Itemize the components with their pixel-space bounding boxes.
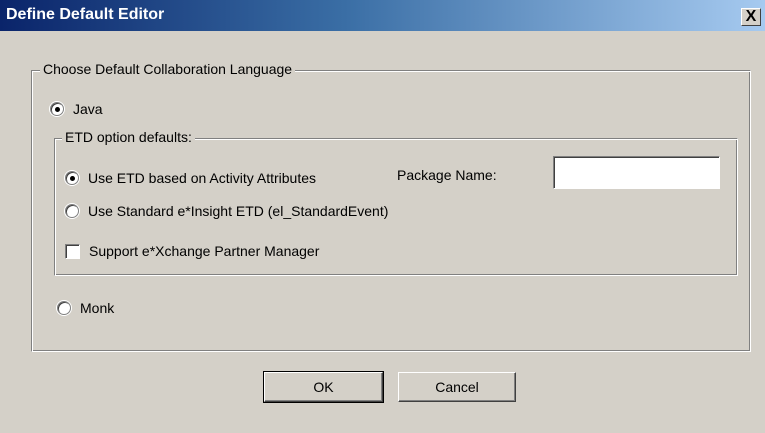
partner-manager-option[interactable]: Support e*Xchange Partner Manager — [65, 243, 319, 259]
close-icon: X — [745, 8, 757, 25]
partner-manager-label: Support e*Xchange Partner Manager — [89, 243, 320, 259]
java-radio-button[interactable] — [50, 102, 64, 116]
etd-activity-attributes-label: Use ETD based on Activity Attributes — [88, 170, 316, 186]
cancel-button[interactable]: Cancel — [398, 372, 516, 402]
etd-options-groupbox-legend: ETD option defaults: — [62, 129, 195, 145]
define-default-editor-dialog: Define Default Editor X Choose Default C… — [0, 0, 765, 433]
etd-standard-option[interactable]: Use Standard e*Insight ETD (el_StandardE… — [65, 203, 388, 219]
monk-radio-option[interactable]: Monk — [57, 300, 114, 316]
package-name-input[interactable] — [553, 156, 720, 189]
java-radio-option[interactable]: Java — [50, 101, 103, 117]
title-bar[interactable]: Define Default Editor X — [0, 0, 765, 31]
partner-manager-checkbox[interactable] — [65, 243, 80, 259]
close-button[interactable]: X — [741, 8, 761, 26]
dialog-title: Define Default Editor — [6, 6, 165, 23]
ok-button[interactable]: OK — [263, 371, 384, 403]
language-groupbox-legend: Choose Default Collaboration Language — [40, 61, 296, 77]
java-radio-label: Java — [73, 101, 103, 117]
etd-activity-attributes-radio[interactable] — [65, 171, 79, 185]
monk-radio-button[interactable] — [57, 301, 71, 315]
etd-standard-radio[interactable] — [65, 204, 79, 218]
etd-activity-attributes-option[interactable]: Use ETD based on Activity Attributes — [65, 170, 316, 186]
etd-standard-label: Use Standard e*Insight ETD (el_StandardE… — [88, 203, 389, 219]
package-name-label: Package Name: — [397, 167, 497, 183]
monk-radio-label: Monk — [80, 300, 115, 316]
